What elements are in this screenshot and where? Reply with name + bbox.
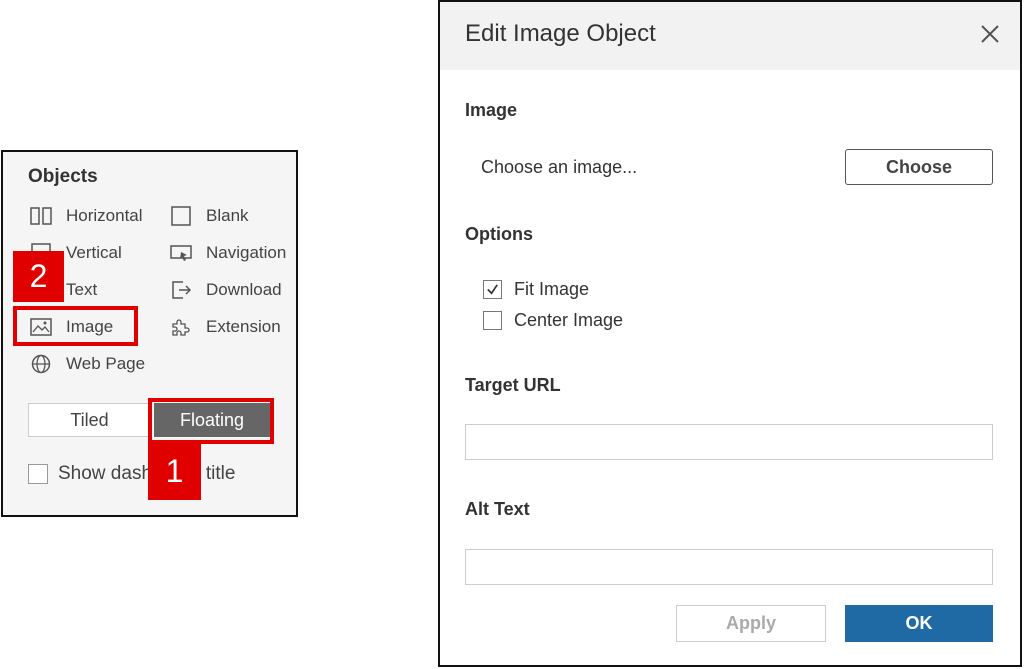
object-navigation-label: Navigation	[206, 243, 287, 262]
tiled-button[interactable]: Tiled	[28, 403, 151, 437]
download-icon	[168, 279, 194, 301]
navigation-icon	[168, 242, 194, 264]
extension-icon	[168, 316, 194, 338]
dialog-header: Edit Image Object	[440, 2, 1020, 70]
object-blank-label: Blank	[206, 206, 249, 225]
object-web-page-label: Web Page	[66, 354, 146, 373]
alt-text-section-label: Alt Text	[465, 499, 530, 519]
center-image-row[interactable]: Center Image	[483, 310, 623, 331]
object-navigation[interactable]: Navigation	[168, 238, 286, 268]
object-text-label: Text	[66, 280, 98, 299]
center-image-checkbox[interactable]	[483, 311, 502, 330]
choose-image-text: Choose an image...	[481, 157, 638, 177]
image-section-label: Image	[465, 100, 518, 120]
edit-image-object-dialog: Edit Image Object Image Choose an image.…	[438, 0, 1022, 667]
target-url-input[interactable]	[465, 424, 993, 460]
fit-image-label: Fit Image	[514, 279, 590, 299]
horizontal-layout-icon	[28, 205, 54, 227]
globe-icon	[28, 353, 54, 375]
show-dashboard-title-checkbox[interactable]	[28, 464, 48, 484]
object-vertical-label: Vertical	[66, 243, 122, 262]
callout-image-highlight	[13, 306, 138, 346]
options-section-label: Options	[465, 224, 533, 244]
callout-floating-highlight	[148, 398, 274, 444]
ok-button[interactable]: OK	[845, 605, 993, 642]
object-horizontal-label: Horizontal	[66, 206, 143, 225]
object-download[interactable]: Download	[168, 275, 282, 305]
object-extension[interactable]: Extension	[168, 312, 281, 342]
callout-number-2: 2	[13, 251, 64, 302]
close-icon[interactable]	[978, 22, 1002, 46]
object-horizontal[interactable]: Horizontal	[28, 201, 143, 231]
target-url-section-label: Target URL	[465, 375, 561, 395]
object-extension-label: Extension	[206, 317, 281, 336]
object-web-page[interactable]: Web Page	[28, 349, 145, 379]
show-dashboard-title-label: Show dashboard title	[58, 463, 236, 484]
center-image-label: Center Image	[514, 310, 624, 330]
object-blank[interactable]: Blank	[168, 201, 249, 231]
dialog-title: Edit Image Object	[465, 20, 656, 47]
fit-image-row[interactable]: Fit Image	[483, 279, 589, 300]
choose-button[interactable]: Choose	[845, 149, 993, 185]
objects-title: Objects	[28, 166, 98, 187]
apply-button[interactable]: Apply	[676, 605, 826, 642]
callout-number-1: 1	[148, 443, 201, 500]
show-dashboard-title-row[interactable]: Show dashboard title	[28, 463, 235, 485]
object-download-label: Download	[206, 280, 282, 299]
fit-image-checkbox[interactable]	[483, 280, 502, 299]
alt-text-input[interactable]	[465, 549, 993, 585]
blank-icon	[168, 205, 194, 227]
